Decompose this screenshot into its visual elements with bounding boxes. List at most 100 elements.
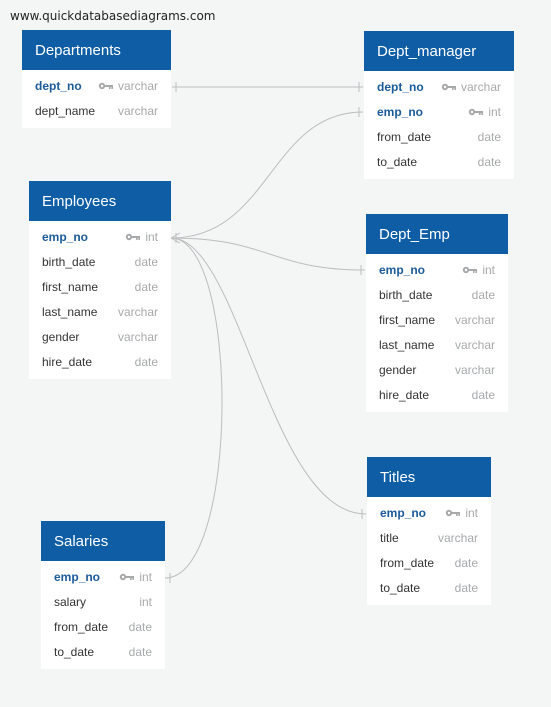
field-row[interactable]: to_date date (367, 575, 491, 600)
type-label: varchar (460, 79, 501, 94)
table-employees[interactable]: Employees emp_no int birth_date date fir… (29, 181, 171, 379)
field-row[interactable]: salary int (41, 589, 165, 614)
field-type: date (477, 129, 501, 144)
field-list: emp_no int salary int from_date date to_… (41, 561, 165, 669)
table-header[interactable]: Salaries (41, 521, 165, 561)
table-header[interactable]: Dept_Emp (366, 214, 508, 254)
field-name: salary (54, 594, 87, 609)
type-label: int (488, 104, 501, 119)
field-name: last_name (379, 337, 435, 352)
type-label: varchar (117, 78, 158, 93)
type-label: int (139, 569, 152, 584)
field-name: to_date (377, 154, 418, 169)
field-row[interactable]: gender varchar (29, 324, 171, 349)
type-label: int (465, 505, 478, 520)
key-icon (98, 82, 113, 89)
field-list: emp_no int birth_date date first_name da… (29, 221, 171, 379)
field-name: dept_no (35, 78, 82, 93)
field-row[interactable]: last_name varchar (29, 299, 171, 324)
field-type: varchar (117, 329, 158, 344)
field-name: dept_no (377, 79, 424, 94)
field-type: date (128, 644, 152, 659)
table-salaries[interactable]: Salaries emp_no int salary int from_date… (41, 521, 165, 669)
field-row[interactable]: dept_name varchar (22, 98, 171, 123)
table-dept-emp[interactable]: Dept_Emp emp_no int birth_date date firs… (366, 214, 508, 412)
field-row[interactable]: hire_date date (29, 349, 171, 374)
field-row[interactable]: to_date date (364, 149, 514, 174)
field-name: birth_date (42, 254, 96, 269)
field-type: date (134, 279, 158, 294)
field-row[interactable]: hire_date date (366, 382, 508, 407)
watermark: www.quickdatabasediagrams.com (10, 9, 216, 23)
field-name: from_date (377, 129, 432, 144)
field-type: date (454, 580, 478, 595)
field-row[interactable]: from_date date (364, 124, 514, 149)
field-name: hire_date (379, 387, 430, 402)
field-name: hire_date (42, 354, 93, 369)
field-row[interactable]: birth_date date (366, 282, 508, 307)
field-type: date (128, 619, 152, 634)
field-name: from_date (380, 555, 435, 570)
field-name: birth_date (379, 287, 433, 302)
connector-employees-titles (170, 237, 367, 515)
table-titles[interactable]: Titles emp_no int title varchar from_dat… (367, 457, 491, 605)
field-name: dept_name (35, 103, 96, 118)
field-row[interactable]: first_name date (29, 274, 171, 299)
field-row[interactable]: title varchar (367, 525, 491, 550)
table-header[interactable]: Employees (29, 181, 171, 221)
field-name: first_name (379, 312, 436, 327)
field-row[interactable]: emp_no int (29, 224, 171, 249)
field-list: emp_no int title varchar from_date date … (367, 497, 491, 605)
type-label: int (482, 262, 495, 277)
field-list: emp_no int birth_date date first_name va… (366, 254, 508, 412)
table-header[interactable]: Dept_manager (364, 31, 514, 71)
field-type: varchar (454, 362, 495, 377)
field-row[interactable]: emp_no int (364, 99, 514, 124)
field-list: dept_no varchar dept_name varchar (22, 70, 171, 128)
field-row[interactable]: dept_no varchar (364, 74, 514, 99)
field-list: dept_no varchar emp_no int from_date dat… (364, 71, 514, 179)
connector-employees-dept-manager (170, 111, 364, 239)
field-row[interactable]: gender varchar (366, 357, 508, 382)
field-type: date (477, 154, 501, 169)
field-type: varchar (117, 103, 158, 118)
table-header[interactable]: Titles (367, 457, 491, 497)
key-icon (441, 83, 456, 90)
field-row[interactable]: first_name varchar (366, 307, 508, 332)
table-header[interactable]: Departments (22, 30, 171, 70)
field-row[interactable]: from_date date (41, 614, 165, 639)
field-name: title (380, 530, 399, 545)
field-row[interactable]: birth_date date (29, 249, 171, 274)
key-icon (120, 573, 135, 580)
field-type: varchar (454, 312, 495, 327)
field-row[interactable]: emp_no int (366, 257, 508, 282)
field-name: emp_no (380, 505, 427, 520)
type-label: int (145, 229, 158, 244)
field-type: date (454, 555, 478, 570)
key-icon (126, 233, 141, 240)
field-type: varchar (454, 337, 495, 352)
field-row[interactable]: dept_no varchar (22, 73, 171, 98)
field-type: varchar (117, 304, 158, 319)
connector-employees-salaries (164, 237, 223, 579)
table-dept-manager[interactable]: Dept_manager dept_no varchar emp_no int … (364, 31, 514, 179)
field-row[interactable]: from_date date (367, 550, 491, 575)
field-type: int (139, 594, 152, 609)
table-departments[interactable]: Departments dept_no varchar dept_name va… (22, 30, 171, 128)
key-icon (469, 108, 484, 115)
field-row[interactable]: emp_no int (367, 500, 491, 525)
key-icon (463, 266, 478, 273)
field-type: int (119, 570, 152, 584)
field-row[interactable]: to_date date (41, 639, 165, 664)
key-icon (446, 509, 461, 516)
field-type: int (462, 263, 495, 277)
field-type: varchar (437, 530, 478, 545)
field-type: int (445, 506, 478, 520)
field-type: varchar (98, 79, 158, 93)
field-row[interactable]: emp_no int (41, 564, 165, 589)
field-type: date (134, 254, 158, 269)
field-name: last_name (42, 304, 98, 319)
field-name: gender (379, 362, 417, 377)
field-row[interactable]: last_name varchar (366, 332, 508, 357)
field-type: date (471, 387, 495, 402)
